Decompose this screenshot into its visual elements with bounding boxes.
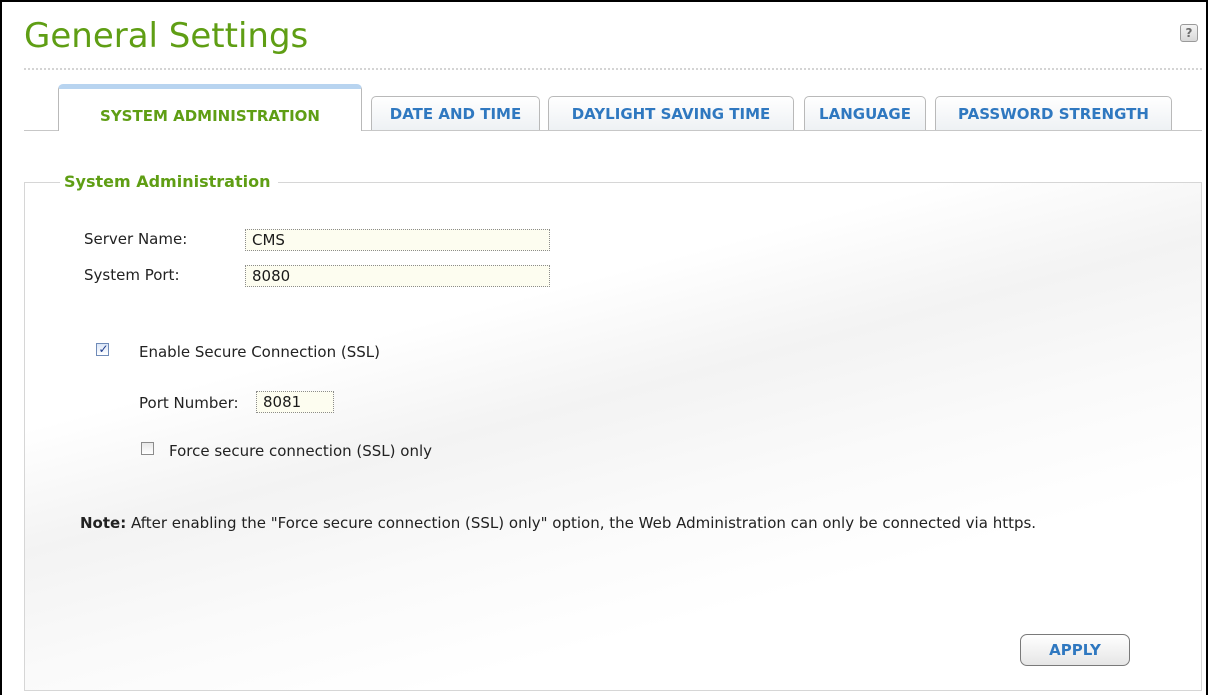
check-mark-icon: ✓ [98, 342, 109, 356]
section-legend: System Administration [60, 172, 279, 191]
note-body: After enabling the "Force secure connect… [126, 514, 1037, 532]
system-port-input[interactable]: 8080 [245, 265, 550, 287]
force-ssl-label: Force secure connection (SSL) only [169, 442, 432, 460]
tab-system-administration[interactable]: SYSTEM ADMINISTRATION [58, 84, 362, 131]
tab-language[interactable]: LANGUAGE [804, 96, 926, 130]
page-title: General Settings [24, 16, 309, 56]
note-label: Note: [80, 514, 127, 532]
tab-bar: SYSTEM ADMINISTRATION DATE AND TIME DAYL… [24, 84, 1202, 131]
note-text: Note: After enabling the "Force secure c… [80, 510, 1100, 537]
tab-daylight-saving-time[interactable]: DAYLIGHT SAVING TIME [548, 96, 794, 130]
server-name-input[interactable]: CMS [245, 229, 550, 251]
system-administration-fieldset [24, 182, 1202, 691]
port-number-label: Port Number: [139, 394, 239, 412]
ssl-checkbox-label: Enable Secure Connection (SSL) [139, 343, 380, 361]
server-name-label: Server Name: [84, 230, 188, 248]
force-ssl-checkbox[interactable] [141, 442, 154, 455]
title-divider [24, 68, 1202, 70]
tab-date-and-time[interactable]: DATE AND TIME [371, 96, 540, 130]
ssl-checkbox[interactable]: ✓ [96, 342, 109, 356]
tab-password-strength[interactable]: PASSWORD STRENGTH [935, 96, 1172, 130]
question-mark-icon[interactable]: ? [1180, 24, 1198, 42]
apply-button[interactable]: APPLY [1020, 634, 1130, 666]
port-number-input[interactable]: 8081 [256, 391, 334, 413]
system-port-label: System Port: [84, 266, 180, 284]
